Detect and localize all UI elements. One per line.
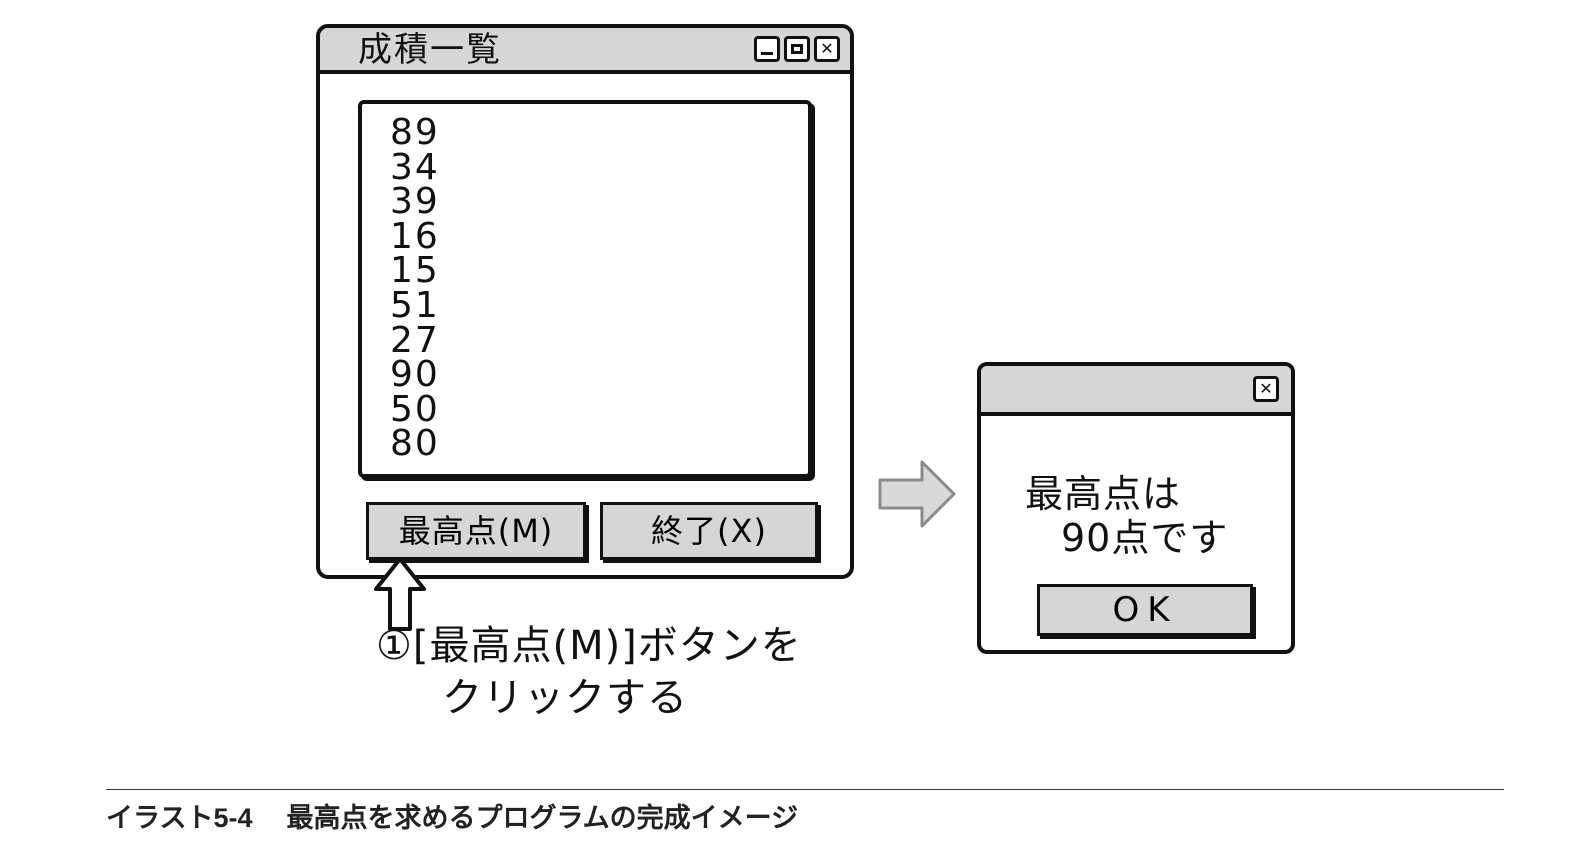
result-dialog: ✕ 最高点は 90点です OK [977,362,1295,654]
figure-caption: イラスト5-4 最高点を求めるプログラムの完成イメージ [106,800,798,836]
caption-text: 最高点を求めるプログラムの完成イメージ [286,803,799,833]
score-item[interactable]: 16 [390,218,808,255]
score-listbox[interactable]: 89 34 39 16 15 51 27 90 50 80 [358,100,812,478]
dialog-message-line-1: 最高点は [1025,472,1182,516]
caption-divider [106,789,1504,790]
max-score-button[interactable]: 最高点(M) [366,502,586,560]
score-item[interactable]: 51 [390,288,808,324]
window-title: 成積一覧 [358,30,502,70]
illustration: 成積一覧 ✕ 89 34 39 16 15 51 27 90 50 80 最高点(M) 終了(X)… [0,0,1586,853]
dialog-message: 最高点は 90点です [1025,472,1228,560]
close-icon[interactable]: ✕ [1253,376,1279,402]
score-item[interactable]: 89 [390,115,808,151]
score-list-window: 成積一覧 ✕ 89 34 39 16 15 51 27 90 50 80 最高点(M) 終了(X) [316,24,854,579]
title-bar: 成積一覧 ✕ [320,28,850,74]
score-item[interactable]: 50 [390,391,808,428]
instruction-line-1: ①[最高点(M)]ボタンを [376,623,802,669]
instruction-annotation: ①[最高点(M)]ボタンを クリックする [376,620,802,724]
window-controls: ✕ [754,36,840,62]
dialog-controls: ✕ [1253,376,1279,402]
close-icon[interactable]: ✕ [814,36,840,62]
score-item[interactable]: 15 [390,253,808,289]
ok-button[interactable]: OK [1037,584,1253,636]
score-item[interactable]: 80 [390,426,808,462]
exit-button[interactable]: 終了(X) [600,502,818,560]
dialog-message-line-2: 90点です [1061,516,1229,560]
caption-number: イラスト5-4 [106,803,253,833]
score-item[interactable]: 34 [390,149,808,186]
score-list: 89 34 39 16 15 51 27 90 50 80 [362,104,808,462]
dialog-title-bar: ✕ [981,366,1291,416]
score-item[interactable]: 90 [390,357,808,393]
instruction-line-2: クリックする [442,675,688,721]
score-item[interactable]: 39 [390,184,808,220]
score-item[interactable]: 27 [390,322,808,359]
minimize-icon[interactable] [754,36,780,62]
maximize-icon[interactable] [784,36,810,62]
right-arrow-icon [878,460,956,528]
